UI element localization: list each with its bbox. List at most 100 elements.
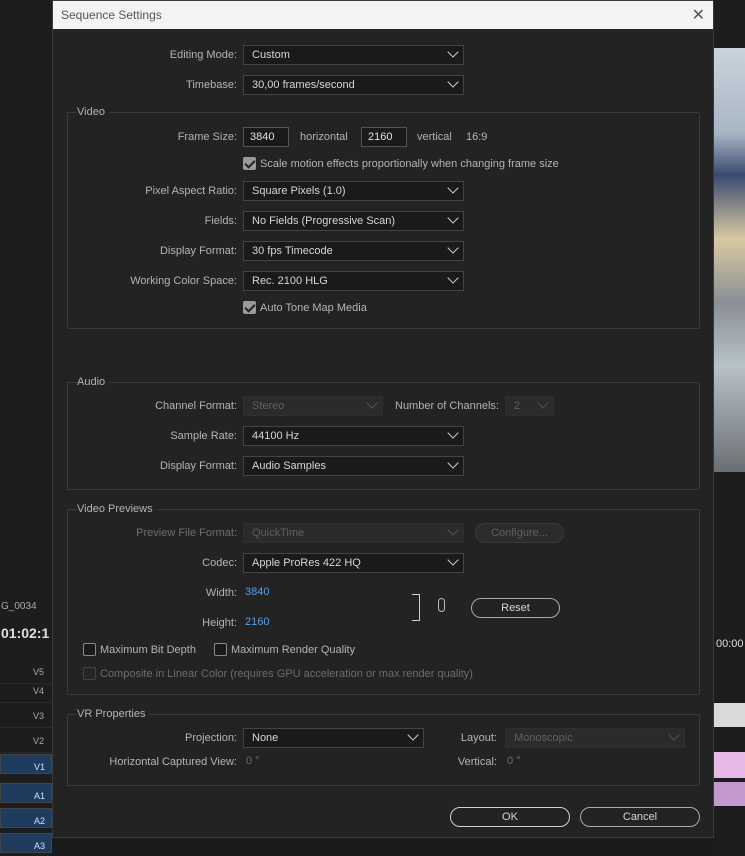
h-captured-view-value[interactable]: 0 ° bbox=[246, 755, 260, 767]
select-value: 2 bbox=[514, 400, 521, 412]
chevron-down-icon bbox=[447, 524, 459, 536]
link-chain-icon[interactable] bbox=[438, 598, 445, 612]
editing-mode-label: Editing Mode: bbox=[169, 49, 237, 61]
chevron-down-icon bbox=[447, 272, 459, 284]
reset-button[interactable]: Reset bbox=[471, 598, 560, 618]
track-label: A2 bbox=[34, 816, 46, 826]
track-label: A3 bbox=[34, 841, 46, 851]
track-v3[interactable]: V3 bbox=[0, 704, 52, 728]
audio-group-title: Audio bbox=[77, 376, 110, 388]
layout-select[interactable]: Monoscopic bbox=[505, 728, 685, 748]
track-label: V5 bbox=[33, 667, 45, 677]
configure-button[interactable]: Configure... bbox=[475, 523, 564, 543]
aspect-ratio-label: 16:9 bbox=[466, 131, 488, 143]
max-bit-depth-checkbox[interactable] bbox=[83, 643, 96, 656]
scale-motion-checkbox[interactable] bbox=[243, 157, 256, 170]
close-icon[interactable]: ✕ bbox=[692, 5, 705, 25]
working-color-space-select[interactable]: Rec. 2100 HLG bbox=[243, 271, 464, 291]
codec-select[interactable]: Apple ProRes 422 HQ bbox=[243, 553, 464, 573]
sequence-name: G_0034 bbox=[1, 601, 37, 612]
preview-width-label: Width: bbox=[205, 587, 237, 599]
track-v2[interactable]: V2 bbox=[0, 729, 52, 753]
pixel-aspect-label: Pixel Aspect Ratio: bbox=[145, 185, 237, 197]
max-render-quality-checkbox[interactable] bbox=[214, 643, 227, 656]
timeline-clip bbox=[714, 782, 745, 806]
editing-mode-select[interactable]: Custom bbox=[243, 45, 464, 65]
ok-button[interactable]: OK bbox=[450, 807, 570, 827]
title-bar[interactable]: Sequence Settings ✕ bbox=[53, 1, 713, 29]
chevron-down-icon bbox=[447, 457, 459, 469]
link-bracket-icon bbox=[412, 594, 420, 621]
cancel-button[interactable]: Cancel bbox=[580, 807, 700, 827]
select-value: Stereo bbox=[252, 400, 285, 412]
track-label: V4 bbox=[33, 686, 45, 696]
composite-linear-label: Composite in Linear Color (requires GPU … bbox=[100, 668, 473, 680]
max-bit-depth-label: Maximum Bit Depth bbox=[100, 644, 196, 656]
ruler-timecode: 00:00 bbox=[716, 638, 744, 650]
track-a1[interactable]: A1 bbox=[0, 783, 52, 803]
timebase-label: Timebase: bbox=[186, 79, 237, 91]
dialog-title: Sequence Settings bbox=[61, 8, 162, 22]
working-color-space-label: Working Color Space: bbox=[130, 275, 237, 287]
auto-tone-map-label: Auto Tone Map Media bbox=[260, 302, 367, 314]
select-value: Rec. 2100 HLG bbox=[252, 275, 328, 287]
select-value: Apple ProRes 422 HQ bbox=[252, 557, 361, 569]
projection-select[interactable]: None bbox=[243, 728, 424, 748]
composite-linear-checkbox[interactable] bbox=[83, 667, 96, 680]
track-label: V1 bbox=[34, 762, 46, 772]
layout-label: Layout: bbox=[460, 732, 497, 744]
timeline-clip bbox=[714, 703, 745, 727]
audio-display-format-label: Display Format: bbox=[159, 460, 237, 472]
track-label: A1 bbox=[34, 791, 46, 801]
frame-size-label: Frame Size: bbox=[177, 131, 237, 143]
chevron-down-icon bbox=[447, 76, 459, 88]
auto-tone-map-checkbox[interactable] bbox=[243, 301, 256, 314]
scale-motion-label: Scale motion effects proportionally when… bbox=[260, 158, 559, 170]
channel-format-label: Channel Format: bbox=[155, 400, 237, 412]
track-label: V3 bbox=[33, 711, 45, 721]
max-render-quality-label: Maximum Render Quality bbox=[231, 644, 356, 656]
chevron-down-icon bbox=[447, 46, 459, 58]
sample-rate-label: Sample Rate: bbox=[170, 430, 237, 442]
track-v1[interactable]: V1 bbox=[0, 754, 52, 774]
vertical-view-value[interactable]: 0 ° bbox=[507, 755, 521, 767]
vertical-label: vertical bbox=[417, 131, 452, 143]
num-channels-label: Number of Channels: bbox=[395, 400, 499, 412]
preview-width-value[interactable]: 3840 bbox=[245, 586, 269, 598]
select-value: QuickTime bbox=[252, 527, 305, 539]
chevron-down-icon bbox=[447, 427, 459, 439]
num-channels-select[interactable]: 2 bbox=[505, 396, 554, 416]
timeline-clip bbox=[714, 752, 745, 778]
select-value: 30,00 frames/second bbox=[252, 79, 355, 91]
fields-select[interactable]: No Fields (Progressive Scan) bbox=[243, 211, 464, 231]
chevron-down-icon bbox=[447, 242, 459, 254]
track-v4[interactable]: V4 bbox=[0, 679, 52, 703]
chevron-down-icon bbox=[407, 729, 419, 741]
preview-height-value[interactable]: 2160 bbox=[245, 616, 269, 628]
select-value: Audio Samples bbox=[252, 460, 326, 472]
preview-height-label: Height: bbox=[202, 617, 237, 629]
h-captured-view-label: Horizontal Captured View: bbox=[109, 756, 237, 768]
sequence-settings-dialog: Sequence Settings ✕ Editing Mode: Custom… bbox=[52, 0, 714, 838]
timeline-timecode: 01:02:1 bbox=[1, 625, 50, 641]
pixel-aspect-select[interactable]: Square Pixels (1.0) bbox=[243, 181, 464, 201]
frame-height-input[interactable]: 2160 bbox=[361, 127, 407, 147]
video-previews-group-title: Video Previews bbox=[77, 503, 157, 515]
projection-label: Projection: bbox=[185, 732, 237, 744]
select-value: No Fields (Progressive Scan) bbox=[252, 215, 396, 227]
chevron-down-icon bbox=[537, 397, 549, 409]
audio-display-format-select[interactable]: Audio Samples bbox=[243, 456, 464, 476]
vr-properties-group-title: VR Properties bbox=[77, 708, 150, 720]
fields-label: Fields: bbox=[204, 215, 237, 227]
select-value: 30 fps Timecode bbox=[252, 245, 333, 257]
frame-width-input[interactable]: 3840 bbox=[243, 127, 289, 147]
video-display-format-select[interactable]: 30 fps Timecode bbox=[243, 241, 464, 261]
timebase-select[interactable]: 30,00 frames/second bbox=[243, 75, 464, 95]
chevron-down-icon bbox=[447, 212, 459, 224]
channel-format-select[interactable]: Stereo bbox=[243, 396, 383, 416]
track-a2[interactable]: A2 bbox=[0, 808, 52, 828]
track-a3[interactable]: A3 bbox=[0, 833, 52, 853]
sample-rate-select[interactable]: 44100 Hz bbox=[243, 426, 464, 446]
select-value: Custom bbox=[252, 49, 290, 61]
preview-file-format-select[interactable]: QuickTime bbox=[243, 523, 464, 543]
